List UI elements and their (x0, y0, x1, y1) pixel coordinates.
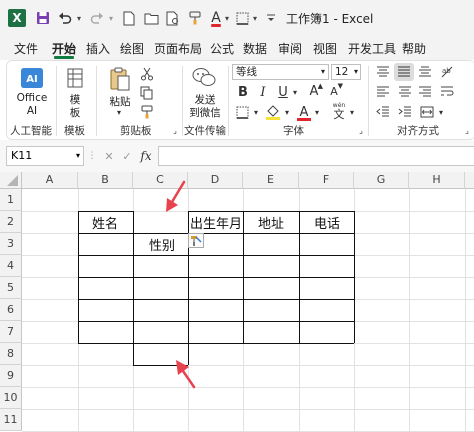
cell-d2[interactable]: 出生年月 (190, 213, 242, 232)
cell-b2[interactable]: 姓名 (92, 213, 118, 232)
paste-options-icon[interactable] (188, 233, 204, 248)
annotation-arrow-icon (176, 360, 196, 389)
cell-e2[interactable]: 地址 (258, 213, 284, 232)
cell-f2[interactable]: 电话 (314, 213, 340, 232)
cell-c3[interactable]: 性别 (149, 235, 175, 254)
annotation-arrow-icon (166, 180, 186, 212)
